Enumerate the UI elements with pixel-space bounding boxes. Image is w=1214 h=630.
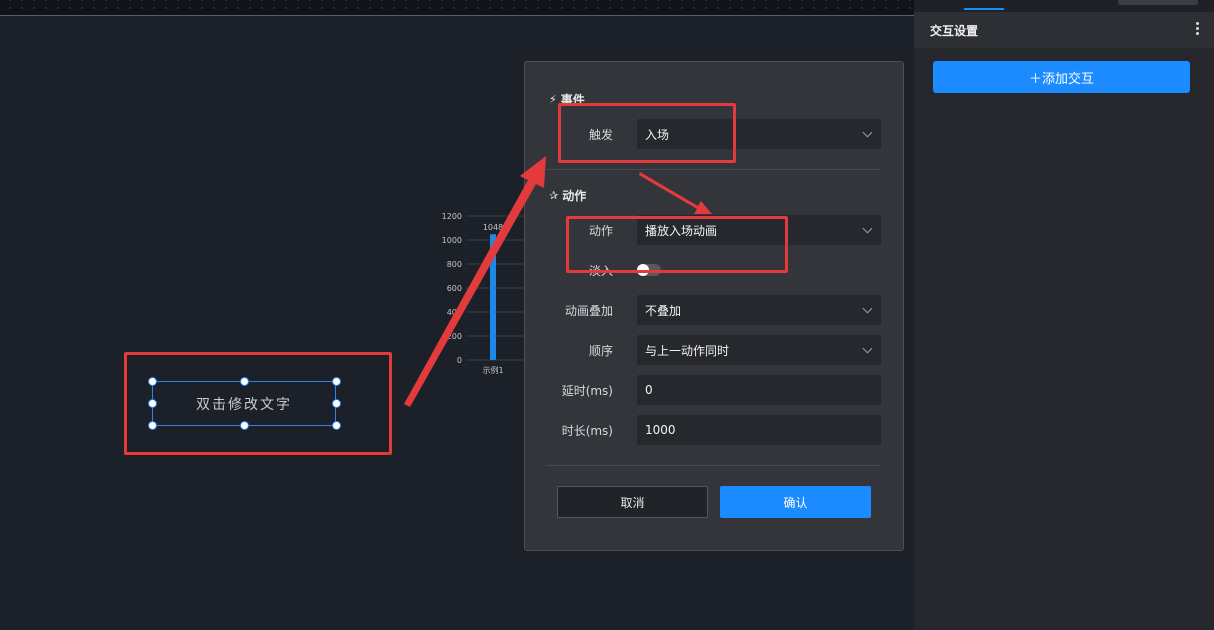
panel-tab-button[interactable] — [1118, 0, 1198, 5]
app-root: 0 200 400 600 800 1000 1200 1048 示例1 双击修改文字 ⚡ 事件… — [0, 0, 1214, 630]
more-vertical-icon[interactable] — [1196, 22, 1200, 38]
right-panel: 交互设置 ＋添加交互 — [914, 0, 1214, 630]
annotation-arrow-to-action — [639, 172, 712, 214]
annotation-arrows — [404, 156, 712, 407]
panel-header: 交互设置 — [914, 12, 1214, 48]
add-interaction-button[interactable]: ＋添加交互 — [933, 61, 1190, 93]
annotation-arrow-to-trigger — [404, 156, 546, 407]
active-tab-indicator — [964, 8, 1004, 10]
panel-tabbar — [914, 0, 1214, 12]
panel-title: 交互设置 — [930, 23, 979, 38]
